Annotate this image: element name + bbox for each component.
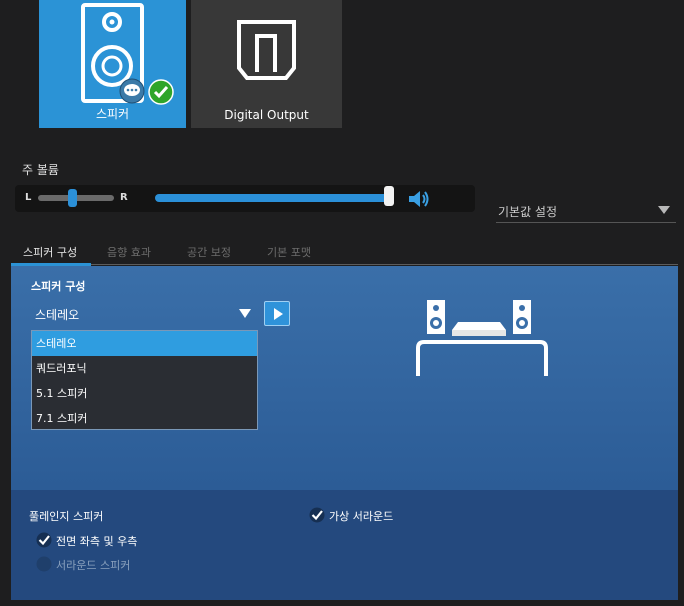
fullrange-speakers-title: 풀레인지 스피커: [29, 510, 104, 523]
device-tile-digital-output[interactable]: Digital Output: [191, 0, 342, 128]
tab-speaker-config[interactable]: 스피커 구성: [23, 244, 77, 260]
volume-bar: L R: [15, 185, 475, 212]
dropdown-option-quadraphonic[interactable]: 쿼드러포닉: [32, 356, 257, 381]
speaker-volume-icon[interactable]: [407, 188, 431, 210]
play-test-button[interactable]: [264, 301, 290, 326]
tab-room-correction[interactable]: 공간 보정: [187, 244, 231, 260]
virtual-surround-checkbox[interactable]: [309, 507, 325, 523]
main-volume-slider-thumb[interactable]: [384, 186, 394, 206]
speaker-config-dropdown-list: 스테레오 쿼드러포닉 5.1 스피커 7.1 스피커: [31, 330, 258, 430]
tab-sound-effects[interactable]: 음향 효과: [107, 244, 151, 260]
balance-slider[interactable]: [38, 189, 114, 207]
main-volume-slider[interactable]: [155, 194, 389, 202]
balance-left-label: L: [25, 192, 32, 203]
speaker-config-title: 스피커 구성: [31, 280, 86, 293]
main-volume-title: 주 볼륨: [22, 163, 59, 177]
chat-badge-icon: [119, 78, 145, 104]
front-lr-checkbox[interactable]: [36, 532, 52, 548]
balance-slider-thumb[interactable]: [68, 189, 77, 207]
tab-default-format[interactable]: 기본 포맷: [267, 244, 311, 260]
surround-label: 서라운드 스피커: [56, 559, 131, 572]
default-device-check-icon: [148, 79, 174, 105]
default-settings-label: 기본값 설정: [498, 205, 558, 219]
surround-checkbox[interactable]: [36, 556, 52, 572]
speaker-config-selected-value: 스테레오: [35, 308, 80, 322]
digital-output-icon: [237, 20, 296, 80]
speaker-config-select[interactable]: 스테레오: [31, 302, 257, 324]
right-speaker-icon: [513, 300, 531, 334]
left-speaker-icon: [427, 300, 445, 334]
dropdown-option-5-1[interactable]: 5.1 스피커: [32, 381, 257, 406]
balance-right-label: R: [120, 192, 128, 203]
virtual-surround-label: 가상 서라운드: [329, 510, 394, 523]
chevron-down-icon: [239, 309, 251, 318]
dropdown-option-7-1[interactable]: 7.1 스피커: [32, 406, 257, 431]
receiver-icon: [452, 322, 506, 336]
speaker-config-panel: 스피커 구성 스테레오 스테레오 쿼드러포닉 5.1 스피커 7.1 스피커 풀…: [11, 266, 678, 600]
listening-area-outline: [416, 340, 548, 376]
dropdown-option-stereo[interactable]: 스테레오: [32, 331, 257, 356]
chevron-down-icon: [658, 206, 670, 214]
device-label-digital-output: Digital Output: [224, 108, 309, 122]
tab-divider: [11, 264, 678, 265]
front-lr-label: 전면 좌측 및 우측: [56, 535, 138, 548]
fullrange-speakers-section: 풀레인지 스피커 전면 좌측 및 우측 서라운드 스피커 가상 서라운드: [11, 490, 678, 600]
default-settings-dropdown[interactable]: 기본값 설정: [496, 198, 676, 223]
device-tile-speaker[interactable]: 스피커: [39, 0, 186, 128]
device-label-speaker: 스피커: [95, 107, 130, 121]
stereo-setup-illustration: [416, 300, 548, 376]
